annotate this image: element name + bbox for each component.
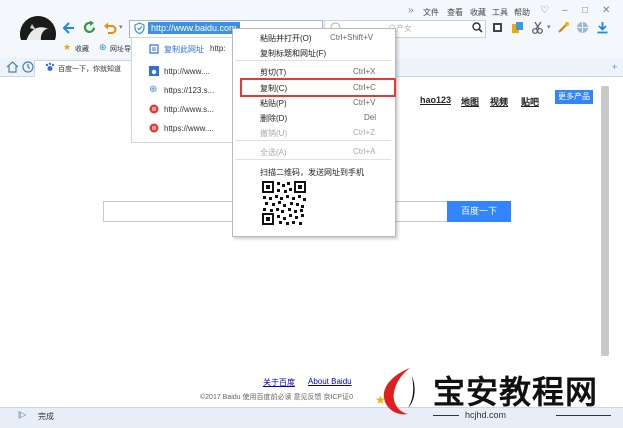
shortcut-paste: Ctrl+V (353, 98, 376, 107)
menu-favorites[interactable]: 收藏 (470, 7, 486, 18)
nav-link-map[interactable]: 地图 (461, 95, 479, 108)
skin-icon[interactable]: ♡ (540, 5, 549, 16)
shield-icon (134, 22, 145, 34)
suggestion-item[interactable]: http://www.s... (164, 105, 214, 114)
back-icon[interactable] (62, 21, 76, 35)
menu-cut[interactable]: 剪切(T) (260, 67, 286, 78)
undo-icon[interactable] (103, 21, 117, 35)
menu-tools[interactable]: 工具 (492, 7, 508, 18)
copy-this-url-trail: http: (210, 44, 226, 53)
copy-url-icon (149, 44, 159, 54)
baidu-search-button[interactable]: 百度一下 (447, 201, 511, 222)
copy-this-url[interactable]: 复制此网址 (164, 44, 204, 55)
shortcut-copy: Ctrl+C (353, 83, 376, 92)
menu-undo: 撤销(U) (260, 129, 288, 138)
screenshot-icon[interactable] (492, 22, 503, 33)
watermark-rule (556, 415, 611, 416)
bookmark-favorites[interactable]: 收藏 (75, 44, 89, 54)
menu-copy[interactable]: 复制(C) (260, 83, 287, 94)
globe-small-icon: ⊕ (99, 42, 107, 52)
star-icon: ★ (375, 393, 386, 407)
menu-separator (235, 60, 391, 61)
sohu-icon (149, 123, 159, 133)
watermark-logo (383, 368, 415, 415)
nav-link-tieba[interactable]: 贴吧 (521, 95, 539, 108)
qr-caption: 扫描二维码，发送网址到手机 (260, 168, 364, 177)
menu-separator (235, 140, 391, 141)
menu-select-all: 全选(A) (260, 148, 287, 157)
extensions-icon[interactable] (511, 21, 524, 34)
address-input[interactable]: http://www.baidu.com (148, 22, 240, 34)
shortcut-paste-open: Ctrl+Shift+V (330, 33, 374, 42)
menu-copy-title-url[interactable]: 复制标题和网址(F) (260, 48, 326, 59)
bookmark-nav[interactable]: 网址导 (110, 44, 131, 54)
search-icon[interactable] (472, 22, 483, 33)
suggestion-item[interactable]: https://123.s... (164, 86, 214, 95)
globe-icon: ⊕ (149, 84, 158, 95)
tab-add-icon[interactable]: + (612, 62, 617, 72)
menu-help[interactable]: 帮助 (514, 7, 530, 18)
home-icon[interactable] (6, 61, 19, 73)
shortcut-select-all: Ctrl+A (353, 147, 376, 156)
watermark-title: 宝安教程网 (433, 373, 599, 411)
download-icon[interactable] (596, 21, 609, 34)
sohu-icon (149, 104, 159, 114)
star-icon: ★ (63, 42, 72, 52)
scissors-icon[interactable] (532, 21, 546, 34)
shortcut-delete: Del (364, 113, 377, 122)
close-icon[interactable]: ✕ (602, 5, 610, 16)
status-text: 完成 (38, 412, 54, 421)
nav-link-hao123[interactable]: hao123 (420, 95, 451, 105)
sidebar-toggle-icon[interactable]: |▷ (18, 410, 26, 419)
copyright-text: ©2017 Baidu 使用百度前必读 意见反馈 京ICP证0 (200, 394, 353, 401)
footer-about-cn[interactable]: 关于百度 (263, 377, 295, 388)
scrollbar[interactable] (601, 86, 609, 356)
watermark-rule (433, 415, 459, 416)
history-icon[interactable] (22, 61, 34, 73)
menu-delete[interactable]: 删除(D) (260, 113, 287, 124)
globe-icon[interactable] (576, 21, 589, 34)
menu-file[interactable]: 文件 (423, 7, 439, 18)
maximize-icon[interactable]: □ (582, 5, 588, 16)
shortcut-undo: Ctrl+Z (353, 128, 375, 137)
qr-code[interactable] (261, 180, 307, 226)
menu-paste-open[interactable]: 粘贴并打开(O) (260, 33, 312, 44)
nav-link-video[interactable]: 视频 (490, 95, 508, 108)
double-chevron-icon[interactable]: » (408, 5, 414, 16)
undo-dropdown-icon[interactable]: ▾ (119, 23, 123, 31)
watermark-url: hcjhd.com (465, 410, 507, 420)
menu-separator (235, 159, 391, 160)
paw-icon (45, 62, 55, 71)
scissors-dropdown-icon[interactable]: ▾ (547, 23, 551, 31)
paw-icon (149, 66, 159, 76)
menu-paste[interactable]: 粘贴(P) (260, 98, 287, 109)
footer-about-en[interactable]: About Baidu (308, 377, 352, 386)
suggestion-item[interactable]: https://www.... (164, 124, 214, 133)
refresh-icon[interactable] (82, 20, 97, 35)
shortcut-cut: Ctrl+X (353, 67, 376, 76)
suggestion-item[interactable]: http://www.... (164, 67, 210, 76)
minimize-icon[interactable]: – (562, 5, 568, 16)
magic-wand-icon[interactable] (557, 21, 570, 34)
tab-title: 百度一下，你就知道 (58, 66, 121, 73)
more-products-button[interactable]: 更多产品 (555, 90, 593, 104)
menu-view[interactable]: 查看 (447, 7, 463, 18)
